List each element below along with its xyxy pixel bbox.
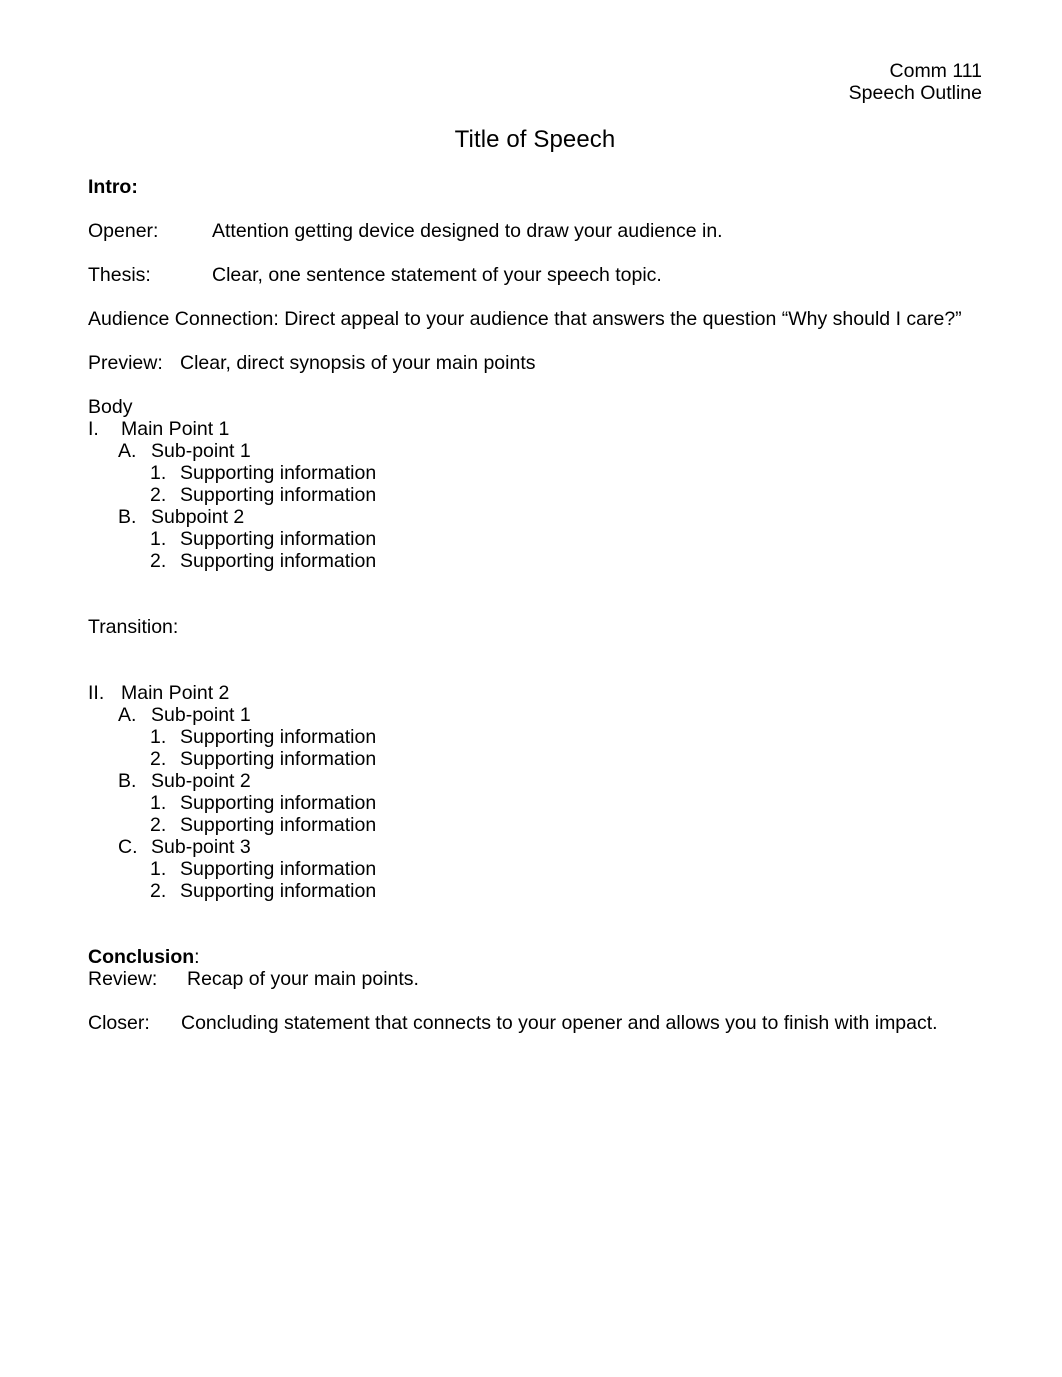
outline-support: 2. Supporting information xyxy=(88,550,982,572)
section-heading-conclusion: Conclusion: xyxy=(88,946,982,968)
outline-label: Main Point 1 xyxy=(121,418,230,440)
opener-value: Attention getting device designed to dra… xyxy=(212,220,723,242)
outline-subpoint: A. Sub-point 1 xyxy=(88,440,982,462)
outline-support: 1. Supporting information xyxy=(88,858,982,880)
closer-value: Concluding statement that connects to yo… xyxy=(181,1012,938,1034)
outline-support: 2. Supporting information xyxy=(88,748,982,770)
outline-subpoint: B. Subpoint 2 xyxy=(88,506,982,528)
intro-row-opener: Opener: Attention getting device designe… xyxy=(88,220,982,242)
outline-subpoint: A. Sub-point 1 xyxy=(88,704,982,726)
header-doc-type: Speech Outline xyxy=(848,82,982,104)
section-heading-intro: Intro: xyxy=(88,176,138,198)
outline-label: Supporting information xyxy=(180,726,377,748)
outline-marker: II. xyxy=(88,682,105,704)
outline-support: 1. Supporting information xyxy=(88,462,982,484)
review-value: Recap of your main points. xyxy=(187,968,419,990)
thesis-value: Clear, one sentence statement of your sp… xyxy=(212,264,662,286)
outline-support: 2. Supporting information xyxy=(88,880,982,902)
outline-label: Sub-point 2 xyxy=(151,770,251,792)
header-course: Comm 111 xyxy=(889,60,982,82)
outline-support: 1. Supporting information xyxy=(88,792,982,814)
outline-label: Supporting information xyxy=(180,462,377,484)
outline-marker: 1. xyxy=(150,726,167,748)
section-heading-body: Body xyxy=(88,396,133,418)
outline-marker: C. xyxy=(118,836,138,858)
document-header: Comm 111 Speech Outline xyxy=(88,0,982,104)
outline-support: 1. Supporting information xyxy=(88,528,982,550)
outline-marker: 2. xyxy=(150,550,167,572)
outline-marker: 2. xyxy=(150,484,167,506)
outline-label: Main Point 2 xyxy=(121,682,230,704)
outline-label: Supporting information xyxy=(180,528,377,550)
outline-support: 2. Supporting information xyxy=(88,484,982,506)
outline-marker: 1. xyxy=(150,792,167,814)
opener-label: Opener: xyxy=(88,220,159,242)
outline-label: Supporting information xyxy=(180,550,377,572)
thesis-label: Thesis: xyxy=(88,264,151,286)
outline-label: Supporting information xyxy=(180,814,377,836)
outline-label: Subpoint 2 xyxy=(151,506,245,528)
outline-label: Sub-point 1 xyxy=(151,440,251,462)
outline-subpoint: C. Sub-point 3 xyxy=(88,836,982,858)
outline-label: Supporting information xyxy=(180,484,377,506)
outline-main-point: II. Main Point 2 xyxy=(88,682,982,704)
outline-label: Sub-point 1 xyxy=(151,704,251,726)
outline-support: 2. Supporting information xyxy=(88,814,982,836)
outline-label: Supporting information xyxy=(180,748,377,770)
conclusion-heading-text: Conclusion xyxy=(88,946,195,968)
intro-row-preview: Preview: Clear, direct synopsis of your … xyxy=(88,352,982,374)
outline-label: Supporting information xyxy=(180,792,377,814)
outline-marker: B. xyxy=(118,770,137,792)
outline-marker: 2. xyxy=(150,880,167,902)
intro-row-thesis: Thesis: Clear, one sentence statement of… xyxy=(88,264,982,286)
document-page: Comm 111 Speech Outline Title of Speech … xyxy=(0,0,1062,1377)
outline-marker: 1. xyxy=(150,462,167,484)
outline-marker: B. xyxy=(118,506,137,528)
outline-marker: 2. xyxy=(150,814,167,836)
preview-label: Preview: xyxy=(88,352,163,374)
intro-audience-connection: Audience Connection: Direct appeal to yo… xyxy=(88,308,962,330)
page-title: Title of Speech xyxy=(454,126,616,153)
review-label: Review: xyxy=(88,968,158,990)
outline-subpoint: B. Sub-point 2 xyxy=(88,770,982,792)
outline-label: Sub-point 3 xyxy=(151,836,251,858)
outline-marker: A. xyxy=(118,704,137,726)
transition-label: Transition: xyxy=(88,616,179,638)
outline-marker: I. xyxy=(88,418,99,440)
preview-value: Clear, direct synopsis of your main poin… xyxy=(180,352,536,374)
conclusion-row-closer: Closer: Concluding statement that connec… xyxy=(88,1012,982,1034)
conclusion-row-review: Review: Recap of your main points. xyxy=(88,968,982,990)
outline-label: Supporting information xyxy=(180,880,377,902)
outline-marker: 1. xyxy=(150,528,167,550)
conclusion-heading-colon: : xyxy=(194,946,200,968)
outline-marker: A. xyxy=(118,440,137,462)
closer-label: Closer: xyxy=(88,1012,150,1034)
outline-marker: 1. xyxy=(150,858,167,880)
outline-marker: 2. xyxy=(150,748,167,770)
outline-main-point: I. Main Point 1 xyxy=(88,418,982,440)
outline-label: Supporting information xyxy=(180,858,377,880)
document-body: Comm 111 Speech Outline Title of Speech … xyxy=(88,0,982,1034)
outline-support: 1. Supporting information xyxy=(88,726,982,748)
